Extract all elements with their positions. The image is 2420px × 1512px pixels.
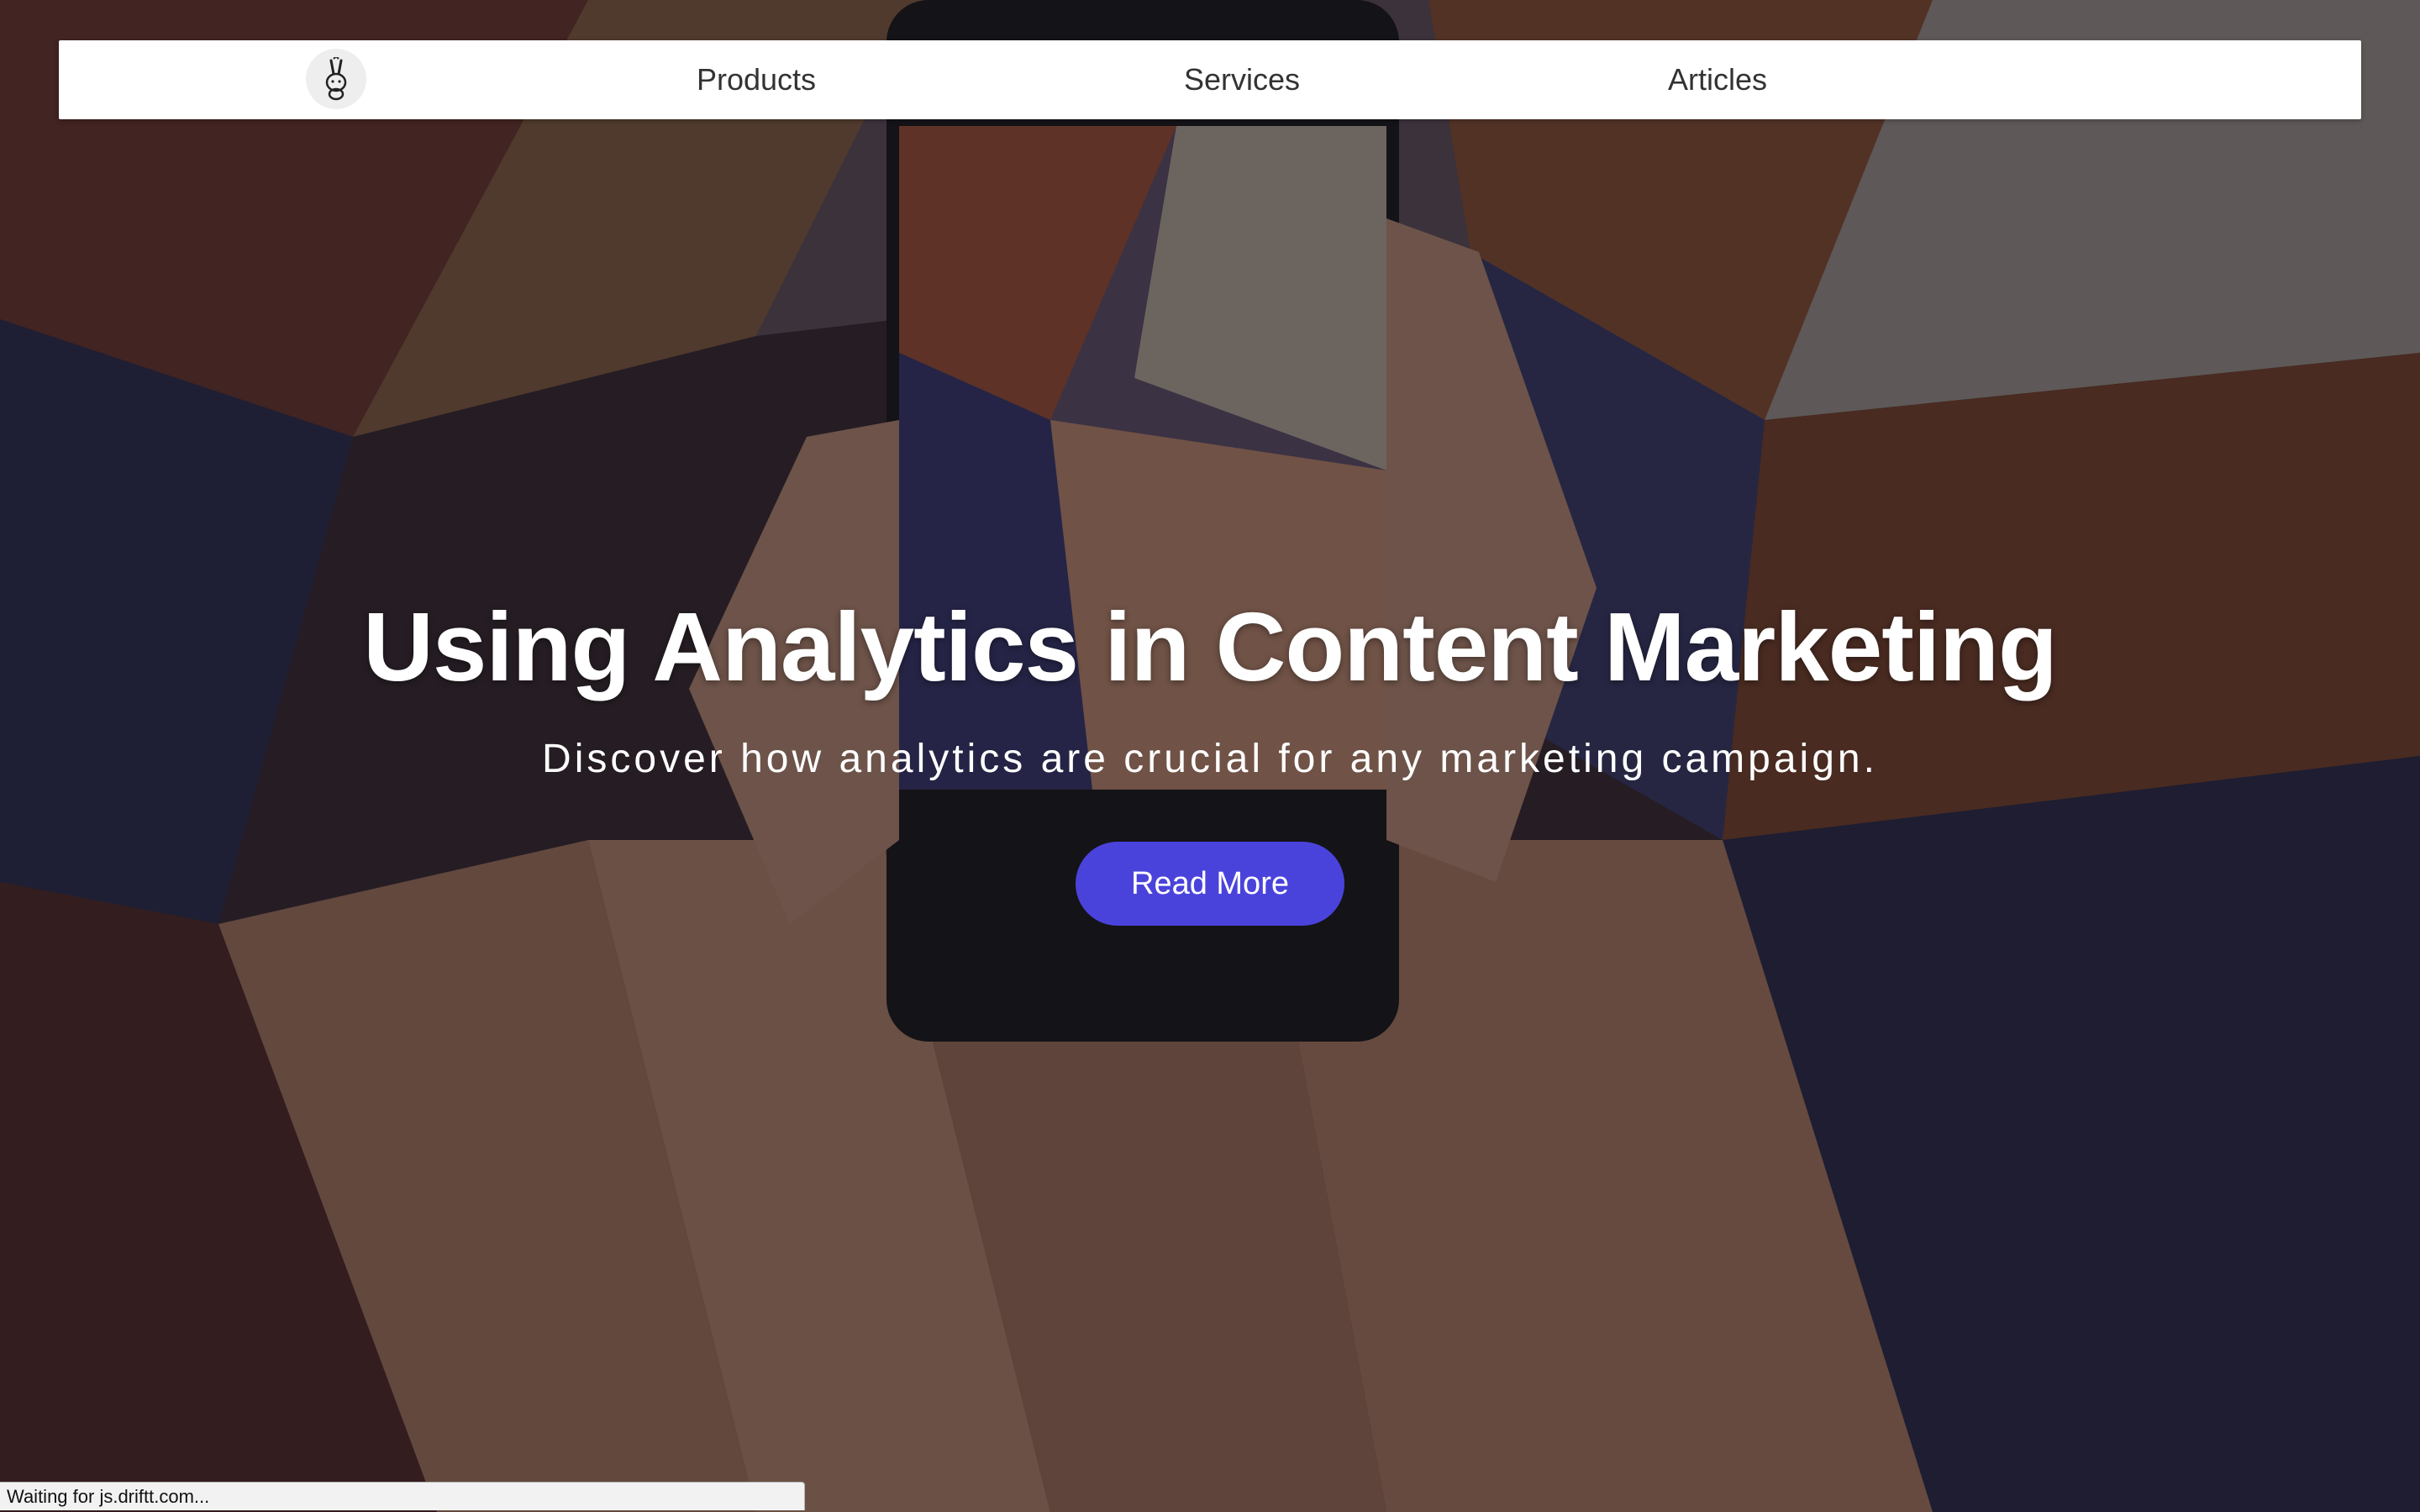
hero-subtitle: Discover how analytics are crucial for a…: [542, 737, 1878, 781]
top-navigation-bar: Products Services Articles: [59, 40, 2361, 119]
nav-link-articles[interactable]: Articles: [1668, 40, 1767, 119]
rabbit-logo-glyph: [325, 57, 347, 101]
nav-link-services[interactable]: Services: [1184, 40, 1300, 119]
hero-content: Using Analytics in Content Marketing Dis…: [0, 588, 2420, 926]
browser-status-bar: Waiting for js.driftt.com...: [0, 1482, 805, 1510]
hero-section: Products Services Articles Using Analyti…: [0, 0, 2420, 1512]
nav-link-products[interactable]: Products: [697, 40, 816, 119]
rabbit-logo-icon[interactable]: [306, 49, 366, 109]
hero-title: Using Analytics in Content Marketing: [363, 592, 2058, 701]
read-more-button[interactable]: Read More: [1076, 842, 1344, 926]
